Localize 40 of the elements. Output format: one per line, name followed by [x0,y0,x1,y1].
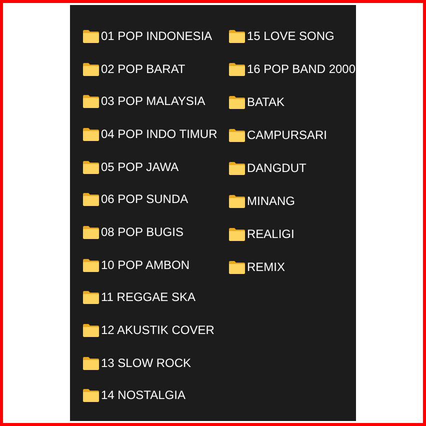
folder-item[interactable]: CAMPURSARI [229,128,356,161]
folder-item[interactable]: 13 SLOW ROCK [83,356,229,388]
folder-item[interactable]: 15 LOVE SONG [229,29,356,62]
folder-item[interactable]: 06 POP SUNDA [83,192,229,226]
folder-icon [83,160,99,174]
folder-icon [229,228,245,241]
folder-icon [83,193,99,206]
folder-icon [83,62,99,76]
folder-icon [83,291,99,304]
folder-icon [229,63,245,76]
folder-item[interactable]: 08 POP BUGIS [83,225,229,258]
folder-item[interactable]: REALIGI [229,227,356,260]
folder-icon [229,261,245,274]
folder-icon [83,30,99,43]
folder-item[interactable]: REMIX [229,260,356,293]
folder-icon [83,356,99,370]
folder-icon [83,95,99,108]
folder-item[interactable]: 10 POP AMBON [83,258,229,290]
folder-item[interactable]: 11 REGGAE SKA [83,290,229,324]
folder-item[interactable]: 01 POP INDONESIA [83,29,229,62]
folder-icon [83,258,99,272]
folder-icon [229,162,245,175]
folder-item[interactable]: 03 POP MALAYSIA [83,94,229,128]
folder-icon [229,129,245,142]
folder-icon [229,195,245,208]
folder-icon [229,96,245,109]
folder-item[interactable]: BATAK [229,95,356,128]
folder-item[interactable]: MINANG [229,194,356,227]
folder-icon [83,389,99,402]
folder-item[interactable]: 12 AKUSTIK COVER [83,323,229,356]
folder-item[interactable]: 02 POP BARAT [83,62,229,94]
folder-icon [83,128,99,142]
folder-item[interactable]: 16 POP BAND 2000 [229,62,356,95]
folder-icon [229,30,245,43]
folder-icon [83,324,99,338]
folder-item[interactable]: 14 NOSTALGIA [83,388,229,422]
folder-item[interactable]: 05 POP JAWA [83,160,229,192]
folder-icon [83,226,99,240]
folder-item[interactable]: DANGDUT [229,161,356,194]
folder-item[interactable]: 04 POP INDO TIMUR [83,127,229,160]
